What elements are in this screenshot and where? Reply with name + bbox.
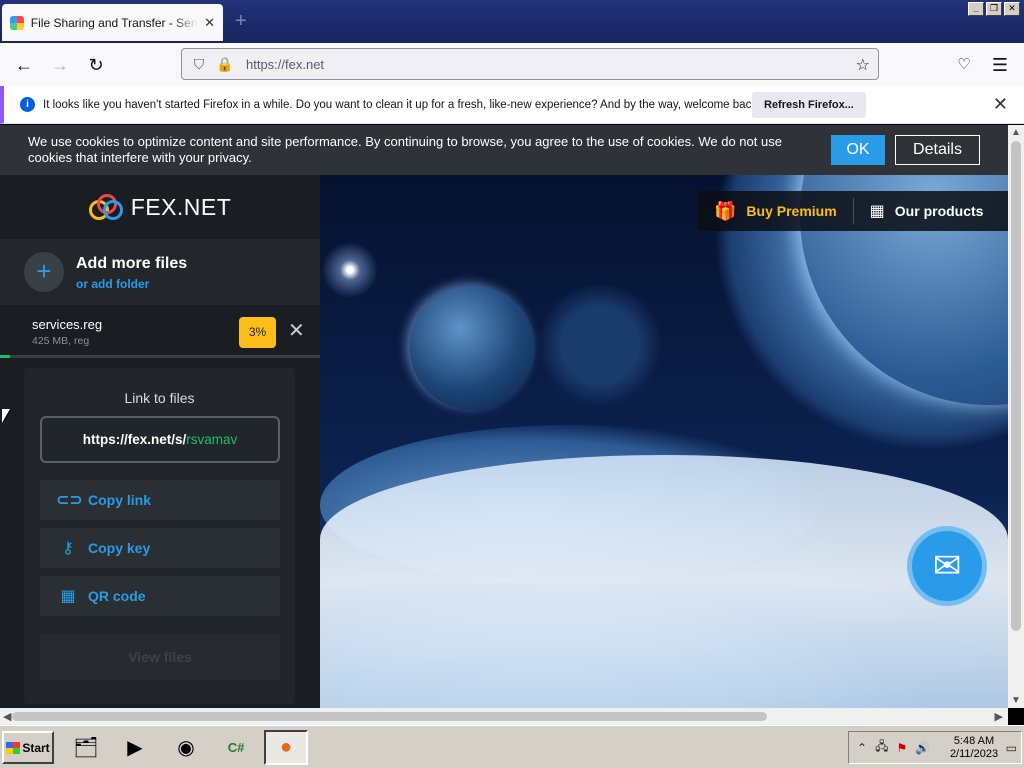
tray-expand-icon[interactable]: ⌃ <box>857 741 867 755</box>
csharp-taskbar-icon[interactable]: C# <box>214 730 258 765</box>
cookie-text: We use cookies to optimize content and s… <box>28 134 782 165</box>
restore-window-button[interactable]: ❐ <box>986 2 1002 16</box>
qr-code-icon: ▦ <box>60 588 76 605</box>
remove-file-icon[interactable]: ✕ <box>288 318 305 343</box>
copy-key-button[interactable]: ⚷ Copy key <box>40 528 280 568</box>
clouds-horizon-image <box>320 455 1008 708</box>
share-panel: Link to files https://fex.net/s/rsvamav … <box>24 368 295 704</box>
close-tab-icon[interactable]: ✕ <box>204 15 215 31</box>
our-products-link[interactable]: Our products <box>895 203 984 219</box>
network-icon[interactable]: 🖧 <box>875 737 888 758</box>
windows-flag-icon <box>6 741 21 754</box>
start-label: Start <box>22 740 50 755</box>
firefox-notification-bar: i It looks like you haven't started Fire… <box>0 86 1024 124</box>
minimize-window-button[interactable]: _ <box>968 2 984 16</box>
logo-text: FEX.NET <box>130 193 232 220</box>
window-controls: _ ❐ ✕ <box>968 2 1020 16</box>
media-player-taskbar-icon[interactable]: ▶ <box>113 730 157 765</box>
copy-link-button[interactable]: ⊂⊃ Copy link <box>40 480 280 520</box>
new-tab-icon[interactable]: + <box>235 10 247 33</box>
close-notification-icon[interactable]: ✕ <box>993 94 1008 115</box>
refresh-firefox-button[interactable]: Refresh Firefox... <box>752 92 866 118</box>
system-tray: ⌃ 🖧 ⚑ 🔊 5:48 AM 2/11/2023 ▭ <box>848 731 1022 764</box>
browser-navbar: ← → ↻ ⛉ 🔒 https://fex.net ☆ ♡ ☰ <box>0 43 1024 86</box>
info-icon: i <box>20 97 35 112</box>
grid-icon: ▦ <box>869 203 885 220</box>
upload-sidebar: FEX.NET + Add more files or add folder s… <box>0 175 320 708</box>
copy-key-label: Copy key <box>88 540 151 556</box>
notification-message: It looks like you haven't started Firefo… <box>43 98 761 111</box>
close-window-button[interactable]: ✕ <box>1004 2 1020 16</box>
reload-icon[interactable]: ↻ <box>84 53 108 77</box>
top-right-menu: 🎁 Buy Premium ▦ Our products <box>697 191 1008 231</box>
add-folder-link[interactable]: or add folder <box>76 277 149 291</box>
link-icon: ⊂⊃ <box>56 492 83 509</box>
buy-premium-link[interactable]: Buy Premium <box>746 203 836 219</box>
cookie-ok-button[interactable]: OK <box>831 135 885 165</box>
menu-hamburger-icon[interactable]: ☰ <box>988 53 1012 77</box>
back-arrow-icon[interactable]: ← <box>12 53 36 77</box>
browser-tab[interactable]: File Sharing and Transfer - Send La ✕ <box>2 4 223 41</box>
scroll-up-arrow-icon[interactable]: ▲ <box>1011 127 1021 138</box>
file-item: services.reg 425 MB, reg 3% ✕ <box>0 305 320 359</box>
screen: File Sharing and Transfer - Send La ✕ + … <box>0 0 1024 768</box>
add-more-files-link[interactable]: Add more files <box>76 255 187 273</box>
add-files-plus-icon[interactable]: + <box>24 252 64 292</box>
add-more-files-row[interactable]: + Add more files or add folder <box>0 239 320 305</box>
security-alert-icon[interactable]: ⚑ <box>896 741 907 755</box>
vertical-scroll-thumb[interactable] <box>1011 141 1021 631</box>
system-clock[interactable]: 5:48 AM 2/11/2023 <box>949 735 999 761</box>
start-button[interactable]: Start <box>2 731 54 764</box>
upload-progress-fill <box>0 355 10 358</box>
cookie-banner: We use cookies to optimize content and s… <box>0 125 1008 175</box>
tab-title: File Sharing and Transfer - Send La <box>30 15 198 30</box>
mail-envelope-icon[interactable]: ✉ <box>907 526 987 606</box>
forward-arrow-icon[interactable]: → <box>48 53 72 77</box>
site-favicon-icon <box>10 15 24 30</box>
fex-logo-icon <box>88 194 123 220</box>
menu-divider <box>852 198 854 224</box>
qr-code-button[interactable]: ▦ QR code <box>40 576 280 616</box>
small-planet-image <box>410 285 535 410</box>
firefox-taskbar-icon[interactable]: ● <box>264 730 308 765</box>
shield-icon[interactable]: ⛉ <box>191 56 207 72</box>
address-bar[interactable]: ⛉ 🔒 https://fex.net ☆ <box>181 48 879 80</box>
clock-time: 5:48 AM <box>953 735 995 747</box>
fex-logo[interactable]: FEX.NET <box>0 175 320 239</box>
scroll-down-arrow-icon[interactable]: ▼ <box>1011 695 1021 706</box>
share-link-base: https://fex.net/s/ <box>82 432 187 447</box>
key-icon: ⚷ <box>62 540 74 557</box>
share-link-key: rsvamav <box>186 432 238 447</box>
link-to-files-label: Link to files <box>124 390 195 406</box>
file-explorer-taskbar-icon[interactable]: 🗂 <box>64 730 108 765</box>
qr-code-label: QR code <box>88 588 146 604</box>
vertical-scrollbar[interactable]: ▲ ▼ <box>1008 125 1024 708</box>
scroll-left-arrow-icon[interactable]: ◀ <box>3 710 11 723</box>
show-desktop-icon[interactable]: ▭ <box>1006 741 1017 755</box>
bookmark-star-icon[interactable]: ☆ <box>856 55 870 75</box>
clock-date: 2/11/2023 <box>949 748 999 760</box>
view-files-button[interactable]: View files <box>40 634 280 680</box>
lock-icon[interactable]: 🔒 <box>216 56 233 72</box>
mouse-cursor-icon <box>2 409 10 423</box>
file-meta: 425 MB, reg <box>32 335 90 347</box>
horizontal-scroll-thumb[interactable] <box>12 712 767 721</box>
browser-tab-strip: File Sharing and Transfer - Send La ✕ + … <box>0 0 1024 43</box>
upload-progress-bar <box>0 355 320 358</box>
upload-percent-badge: 3% <box>239 317 276 348</box>
gift-icon: 🎁 <box>714 200 737 221</box>
volume-icon[interactable]: 🔊 <box>915 741 930 755</box>
scroll-right-arrow-icon[interactable]: ▶ <box>995 710 1003 723</box>
share-link-field[interactable]: https://fex.net/s/rsvamav <box>40 416 280 463</box>
copy-link-label: Copy link <box>88 492 152 508</box>
pocket-icon[interactable]: ♡ <box>952 53 976 77</box>
file-name: services.reg <box>32 317 103 332</box>
url-text[interactable]: https://fex.net <box>246 57 324 72</box>
cookie-details-button[interactable]: Details <box>895 135 980 165</box>
web-page: We use cookies to optimize content and s… <box>0 125 1008 708</box>
windows-taskbar: Start 🗂 ▶ ◉ C# ● ⌃ 🖧 ⚑ 🔊 5:48 AM 2/11/20… <box>0 725 1024 768</box>
chrome-taskbar-icon[interactable]: ◉ <box>164 730 208 765</box>
horizontal-scrollbar[interactable]: ◀ ▶ <box>0 708 1008 725</box>
